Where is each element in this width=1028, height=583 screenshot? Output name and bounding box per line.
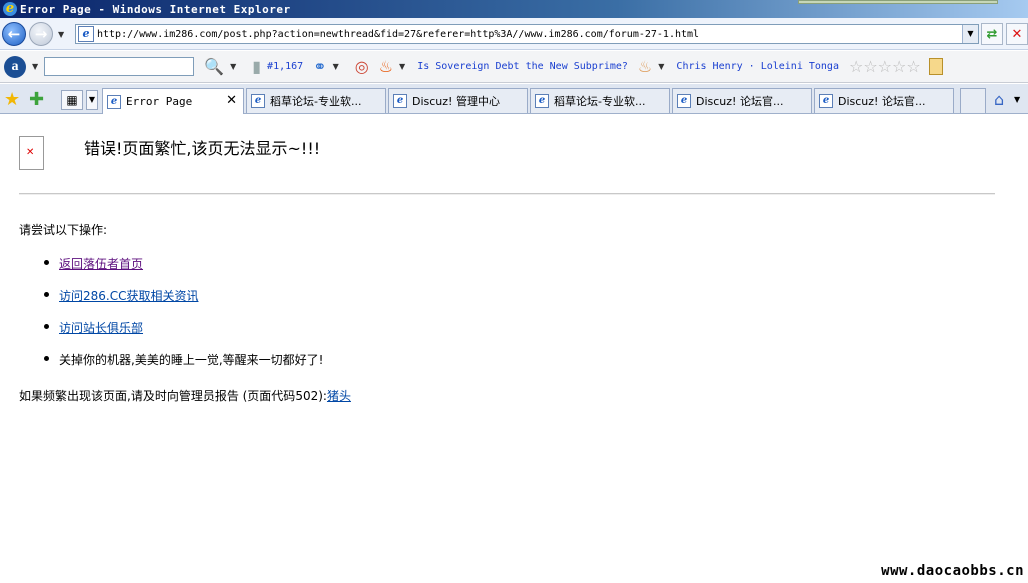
address-url[interactable]: http://www.im286.com/post.php?action=new… xyxy=(97,29,962,40)
favorites-star-icon[interactable]: ★ xyxy=(4,89,20,110)
report-line: 如果频繁出现该页面,请及时向管理员报告 (页面代码502):猪头 xyxy=(19,387,351,404)
tab-list-dropdown-icon[interactable]: ▼ xyxy=(86,90,98,110)
page-icon: e xyxy=(78,26,94,42)
flame-dropdown-icon[interactable]: ▼ xyxy=(399,62,405,71)
watermark: www.daocaobbs.cn xyxy=(881,563,1024,579)
report-text: 如果频繁出现该页面,请及时向管理员报告 (页面代码502): xyxy=(19,389,327,403)
report-link[interactable]: 猪头 xyxy=(327,389,351,403)
link-icon[interactable]: ⚭ xyxy=(313,57,326,76)
toolbar-logo-icon[interactable]: a xyxy=(4,55,26,78)
toolbar-search-input[interactable] xyxy=(44,57,195,76)
tab-close-icon[interactable]: ✕ xyxy=(226,93,237,108)
tab-page-icon: e xyxy=(677,94,691,108)
address-bar-row: ← → ▼ e http://www.im286.com/post.php?ac… xyxy=(0,18,1028,50)
window-controls-strip xyxy=(798,0,998,4)
error-title: 错误!页面繁忙,该页无法显示~!!! xyxy=(84,139,321,158)
address-field[interactable]: e http://www.im286.com/post.php?action=n… xyxy=(75,24,979,44)
tab-page-icon: e xyxy=(535,94,549,108)
news-link[interactable]: 访问286.CC获取相关资讯 xyxy=(59,289,198,303)
forward-button[interactable]: → xyxy=(29,22,53,46)
home-icon[interactable]: ⌂ xyxy=(994,90,1004,109)
torch-icon[interactable]: ♨ xyxy=(638,57,652,76)
bar-chart-icon[interactable]: ▮ xyxy=(252,57,261,76)
ie-logo-icon: e xyxy=(3,2,17,16)
broken-image-icon: ✕ xyxy=(19,136,44,170)
back-button[interactable]: ← xyxy=(2,22,26,46)
refresh-button[interactable]: ⇄ xyxy=(981,23,1003,45)
club-link[interactable]: 访问站长俱乐部 xyxy=(59,321,143,335)
torch-dropdown-icon[interactable]: ▼ xyxy=(658,62,664,71)
window-title-bar: e Error Page - Windows Internet Explorer xyxy=(0,0,1028,18)
tab-discuz-forum-1[interactable]: e Discuz! 论坛官... xyxy=(672,88,812,113)
tab-page-icon: e xyxy=(819,94,833,108)
list-item: 访问站长俱乐部 xyxy=(44,319,323,351)
tab-daocao-2[interactable]: e 稻草论坛-专业软... xyxy=(530,88,670,113)
addon-toolbar: a ▼ 🔍 ▼ ▮ #1,167 ⚭ ▼ ◎ ♨ ▼ Is Sovereign … xyxy=(0,51,1028,83)
link-dropdown-icon[interactable]: ▼ xyxy=(333,62,339,71)
rest-tip: 关掉你的机器,美美的睡上一觉,等醒来一切都好了! xyxy=(59,353,324,367)
tab-page-icon: e xyxy=(251,94,265,108)
tab-bar: ★ ✚ ▦ ▼ e Error Page ✕ e 稻草论坛-专业软... e D… xyxy=(0,84,1028,114)
tab-discuz-forum-2[interactable]: e Discuz! 论坛官... xyxy=(814,88,954,113)
tab-discuz-admin[interactable]: e Discuz! 管理中心 xyxy=(388,88,528,113)
headline-link[interactable]: Is Sovereign Debt the New Subprime? xyxy=(417,61,628,72)
person-link[interactable]: Chris Henry · Loleini Tonga xyxy=(676,61,839,72)
quick-tabs-icon[interactable]: ▦ xyxy=(61,90,83,110)
list-item: 访问286.CC获取相关资讯 xyxy=(44,287,323,319)
page-content: ✕ 错误!页面繁忙,该页无法显示~!!! 请尝试以下操作: 返回落伍者首页 访问… xyxy=(0,115,1028,583)
new-tab-button[interactable] xyxy=(960,88,986,113)
window-title: Error Page - Windows Internet Explorer xyxy=(20,2,291,16)
tab-label: 稻草论坛-专业软... xyxy=(270,95,362,108)
tab-label: Discuz! 论坛官... xyxy=(696,95,784,108)
tab-page-icon: e xyxy=(393,94,407,108)
home-link[interactable]: 返回落伍者首页 xyxy=(59,257,143,271)
flame-icon[interactable]: ♨ xyxy=(379,57,393,76)
badge-icon[interactable]: ◎ xyxy=(355,57,369,76)
list-item: 关掉你的机器,美美的睡上一觉,等醒来一切都好了! xyxy=(44,351,323,383)
stop-button[interactable]: ✕ xyxy=(1006,23,1028,45)
add-favorite-icon[interactable]: ✚ xyxy=(29,89,44,110)
tab-daocao-1[interactable]: e 稻草论坛-专业软... xyxy=(246,88,386,113)
tab-label: Error Page xyxy=(126,95,193,108)
list-item: 返回落伍者首页 xyxy=(44,255,323,287)
note-icon[interactable] xyxy=(928,58,943,75)
rating-stars-icon[interactable]: ☆☆☆☆☆ xyxy=(849,57,921,76)
tab-page-icon: e xyxy=(107,94,121,109)
recent-pages-dropdown-icon[interactable]: ▼ xyxy=(58,30,64,39)
address-dropdown-icon[interactable]: ▼ xyxy=(962,25,978,43)
home-dropdown-icon[interactable]: ▼ xyxy=(1014,95,1020,104)
tab-label: Discuz! 管理中心 xyxy=(412,95,500,108)
divider xyxy=(19,193,995,195)
toolbar-menu-dropdown-icon[interactable]: ▼ xyxy=(32,62,38,71)
suggestion-list: 返回落伍者首页 访问286.CC获取相关资讯 访问站长俱乐部 关掉你的机器,美美… xyxy=(44,255,323,383)
tab-error-page[interactable]: e Error Page ✕ xyxy=(102,88,244,114)
tab-label: 稻草论坛-专业软... xyxy=(554,95,646,108)
magnifier-icon[interactable]: 🔍 xyxy=(204,57,224,76)
rank-count[interactable]: #1,167 xyxy=(267,61,303,72)
try-label: 请尝试以下操作: xyxy=(19,223,108,237)
tab-label: Discuz! 论坛官... xyxy=(838,95,926,108)
search-options-dropdown-icon[interactable]: ▼ xyxy=(230,62,236,71)
